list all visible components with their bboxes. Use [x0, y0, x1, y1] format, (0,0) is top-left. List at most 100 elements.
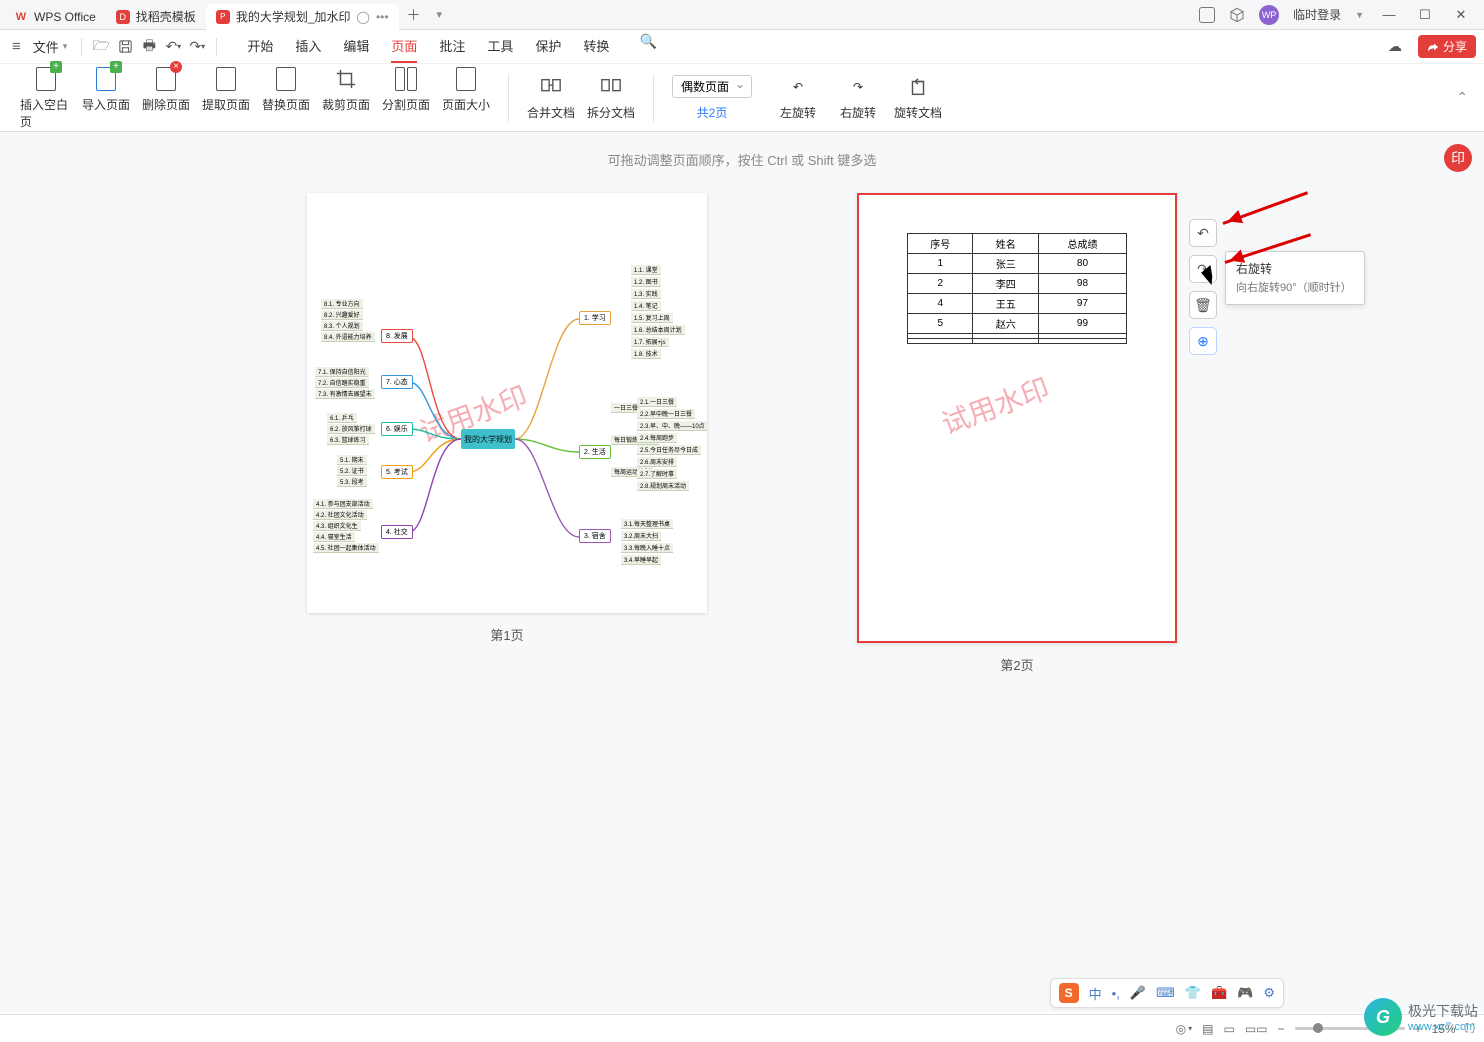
merge-doc-icon	[538, 74, 564, 100]
workspace-hint: 可拖动调整页面顺序，按住 Ctrl 或 Shift 键多选	[0, 150, 1484, 169]
insert-blank-page-button[interactable]: 插入空白页	[20, 66, 72, 130]
page-range-select[interactable]: 偶数页面	[672, 75, 752, 98]
redo-icon[interactable]: ↷▾	[186, 36, 208, 58]
delete-page-icon	[156, 67, 176, 91]
two-page-view-icon[interactable]: ▭▭	[1245, 1022, 1268, 1036]
ime-bar[interactable]: S 中 •, 🎤 ⌨ 👕 🧰 🎮 ⚙	[1050, 978, 1284, 1008]
mindmap-leaf: 5.2. 证书	[337, 466, 367, 476]
ime-lang[interactable]: 中	[1089, 984, 1102, 1003]
tab-wps-home[interactable]: W WPS Office	[4, 4, 106, 30]
panel-toggle-icon[interactable]	[1199, 7, 1215, 23]
split-page-button[interactable]: 分割页面	[380, 66, 432, 130]
avatar[interactable]: WP	[1259, 5, 1279, 25]
rotate-left-page-button[interactable]: ↶	[1189, 219, 1217, 247]
table-header: 姓名	[973, 234, 1038, 254]
menu-convert[interactable]: 转换	[583, 30, 609, 63]
replace-page-icon	[276, 67, 296, 91]
page-size-button[interactable]: 页面大小	[440, 66, 492, 130]
open-icon[interactable]: 🗁	[90, 36, 112, 58]
mindmap-leaf: 4.1. 参与团支部活动	[313, 499, 373, 509]
page-workspace: 印 可拖动调整页面顺序，按住 Ctrl 或 Shift 键多选 试用水印	[0, 132, 1484, 1012]
menu-comment[interactable]: 批注	[439, 30, 465, 63]
tab-label: 找稻壳模板	[136, 8, 196, 25]
add-page-action-button[interactable]: ⊕	[1189, 327, 1217, 355]
menu-edit[interactable]: 编辑	[343, 30, 369, 63]
rotate-doc-button[interactable]: 旋转文档	[892, 74, 944, 121]
undo-icon[interactable]: ↶▾	[162, 36, 184, 58]
mindmap-leaf: 6.2. 放风筝打球	[327, 424, 375, 434]
split-doc-button[interactable]: 拆分文档	[585, 74, 637, 121]
menu-insert[interactable]: 插入	[295, 30, 321, 63]
menu-start[interactable]: 开始	[247, 30, 273, 63]
ime-punct-icon[interactable]: •,	[1112, 986, 1120, 1001]
page-thumb-2[interactable]: 试用水印 序号姓名总成绩 1张三802李四984王五975赵六99	[857, 193, 1177, 643]
page-thumb-1[interactable]: 试用水印 我的大学规划 1. 学习 2. 生活 3	[307, 193, 707, 613]
mindmap-center: 我的大学规划	[461, 429, 515, 449]
site-watermark: G 极光下载站 www.xz7.com	[1364, 998, 1478, 1036]
page-2-container: 试用水印 序号姓名总成绩 1张三802李四984王五975赵六99 第2页 ↶ …	[857, 193, 1177, 674]
seal-button[interactable]: 印	[1444, 144, 1472, 172]
rotate-right-tooltip: 右旋转 向右旋转90°（顺时针）	[1225, 251, 1365, 305]
close-button[interactable]: ✕	[1450, 7, 1472, 23]
ribbon-collapse-icon[interactable]: ⌃	[1456, 89, 1468, 106]
replace-page-button[interactable]: 替换页面	[260, 66, 312, 130]
menu-tools[interactable]: 工具	[487, 30, 513, 63]
mindmap-leaf: 1.5. 复习上周	[631, 313, 673, 323]
mindmap-leaf: 3.1.每天整理书桌	[621, 519, 673, 529]
merge-doc-button[interactable]: 合并文档	[525, 74, 577, 121]
rotate-left-button[interactable]: ↶左旋转	[772, 74, 824, 121]
tab-label: WPS Office	[34, 10, 96, 24]
ime-skin-icon[interactable]: 👕	[1185, 985, 1201, 1001]
ime-game-icon[interactable]: 🎮	[1237, 985, 1253, 1001]
ime-toolbox-icon[interactable]: 🧰	[1211, 985, 1227, 1001]
split-doc-icon	[598, 74, 624, 100]
tab-template[interactable]: D 找稻壳模板	[106, 4, 206, 30]
login-label[interactable]: 临时登录	[1293, 6, 1341, 23]
mindmap-leaf: 2.2.早中晚一日三餐	[637, 409, 695, 419]
continuous-view-icon[interactable]: ▤	[1202, 1022, 1213, 1036]
page-action-bar: ↶ ↷ 🗑 ⊕	[1189, 219, 1217, 355]
extract-page-button[interactable]: 提取页面	[200, 66, 252, 130]
rotate-left-icon: ↶	[785, 74, 811, 100]
minimize-button[interactable]: —	[1378, 7, 1400, 22]
mindmap-leaf: 2.8.规划周末活动	[637, 481, 689, 491]
print-icon[interactable]: 🖶	[138, 36, 160, 58]
split-page-icon	[395, 67, 405, 91]
crop-page-button[interactable]: 裁剪页面	[320, 66, 372, 130]
crop-page-icon	[333, 66, 359, 92]
watermark-text: 试用水印	[936, 367, 1055, 443]
wps-logo-icon: W	[14, 10, 28, 24]
cloud-icon[interactable]: ☁	[1384, 36, 1406, 58]
docer-icon: D	[116, 10, 130, 24]
ime-settings-icon[interactable]: ⚙	[1263, 985, 1275, 1001]
delete-page-action-button[interactable]: 🗑	[1189, 291, 1217, 319]
mindmap-leaf: 5.1. 期末	[337, 455, 367, 465]
tab-menu-icon[interactable]: •••	[376, 10, 389, 24]
share-button[interactable]: 分享	[1418, 35, 1476, 58]
single-view-icon[interactable]: ▭	[1224, 1022, 1235, 1036]
rotate-right-button[interactable]: ↷右旋转	[832, 74, 884, 121]
tab-dropdown-icon[interactable]: ▾	[429, 8, 451, 21]
tab-document[interactable]: P 我的大学规划_加水印 ◯ •••	[206, 4, 399, 30]
menu-protect[interactable]: 保护	[535, 30, 561, 63]
mindmap-leaf: 6.3. 篮球练习	[327, 435, 369, 445]
maximize-button[interactable]: ☐	[1414, 7, 1436, 23]
import-page-button[interactable]: 导入页面	[80, 66, 132, 130]
menu-page[interactable]: 页面	[391, 30, 417, 63]
view-mode-icon[interactable]: ◎ ▾	[1176, 1022, 1193, 1036]
app-cube-icon[interactable]	[1229, 7, 1245, 23]
zoom-out-button[interactable]: −	[1278, 1022, 1285, 1036]
delete-page-button[interactable]: 删除页面	[140, 66, 192, 130]
data-table: 序号姓名总成绩 1张三802李四984王五975赵六99	[907, 233, 1127, 344]
rotate-right-page-button[interactable]: ↷	[1189, 255, 1217, 283]
hamburger-icon[interactable]: ≡	[8, 38, 25, 55]
login-dropdown-icon[interactable]: ▼	[1355, 10, 1364, 20]
save-icon[interactable]	[114, 36, 136, 58]
ime-keyboard-icon[interactable]: ⌨	[1156, 985, 1175, 1001]
file-menu[interactable]: 文件▾	[27, 33, 74, 60]
ime-mic-icon[interactable]: 🎤	[1130, 985, 1146, 1001]
quick-toolbar: ≡ 文件▾ 🗁 🖶 ↶▾ ↷▾ 开始 插入 编辑 页面 批注 工具 保护 转换 …	[0, 30, 1484, 64]
import-page-icon	[96, 67, 116, 91]
new-tab-button[interactable]: ＋	[399, 5, 429, 25]
search-icon[interactable]: 🔍	[637, 30, 659, 52]
